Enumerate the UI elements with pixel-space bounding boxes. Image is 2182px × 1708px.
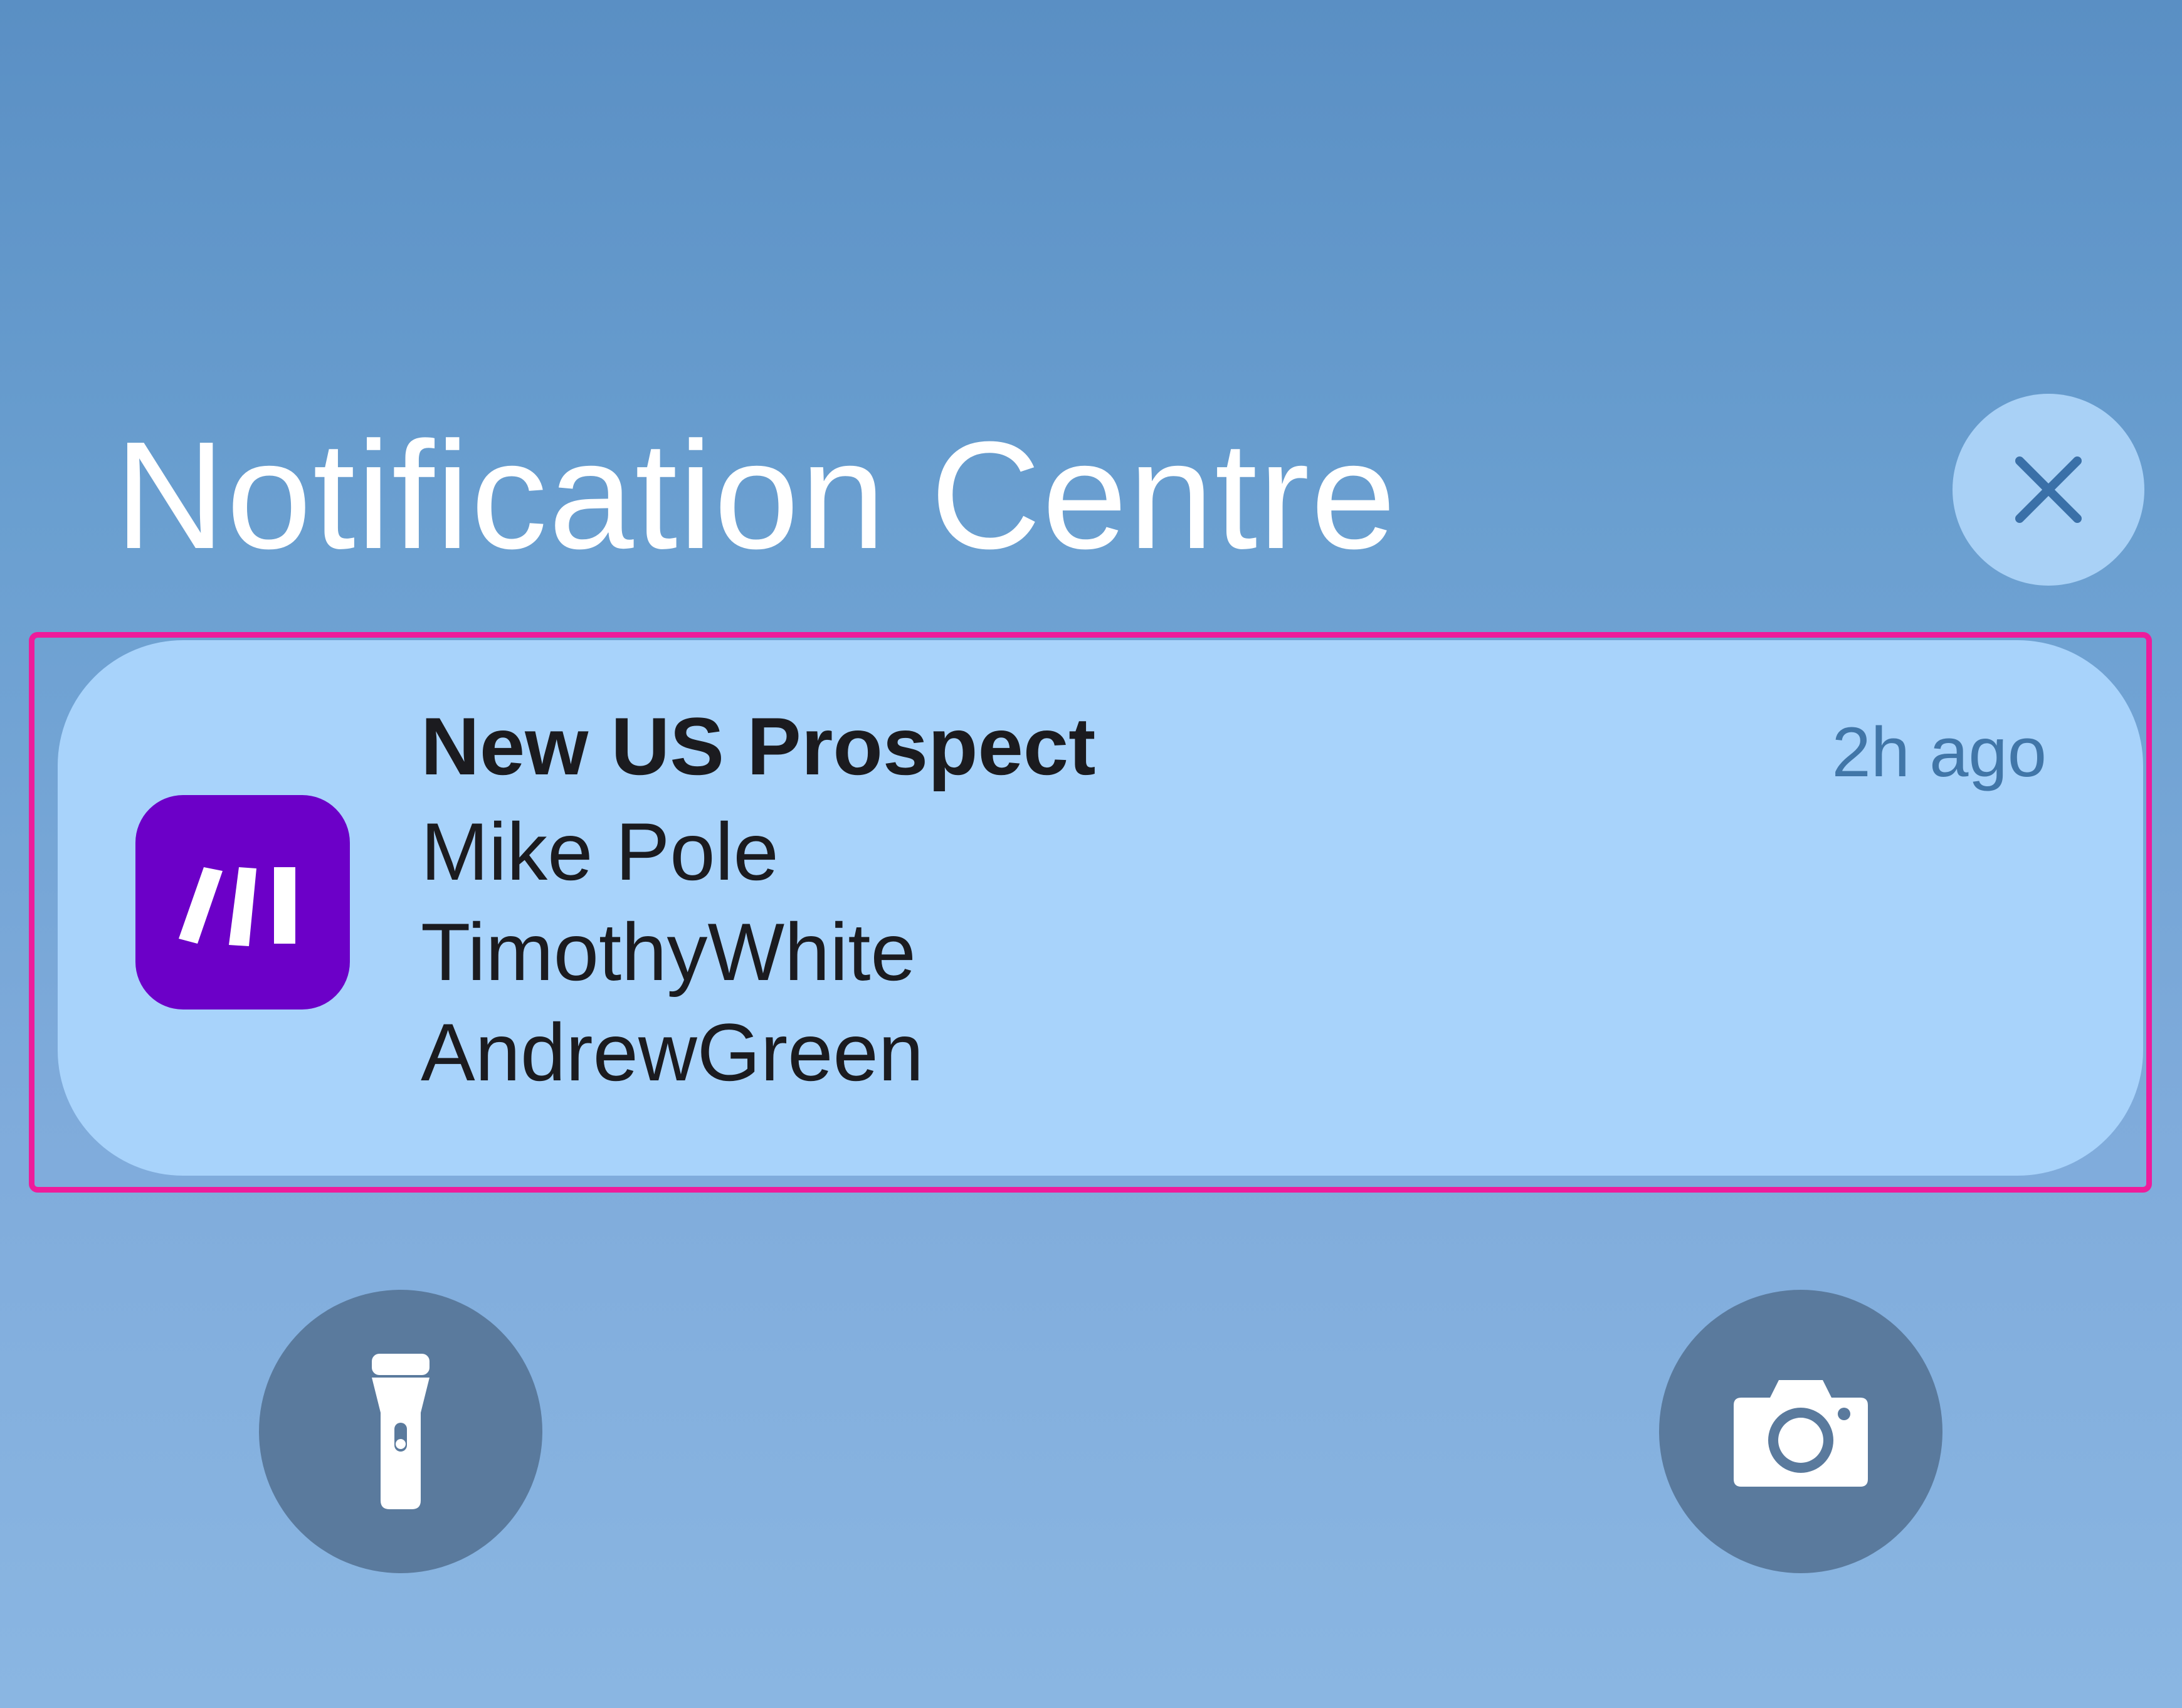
make-app-icon[interactable] <box>135 795 350 1010</box>
notification-line: TimothyWhite <box>421 906 916 998</box>
notification-time: 2h ago <box>1832 713 2047 791</box>
camera-icon <box>1734 1380 1868 1487</box>
close-button[interactable] <box>1953 394 2144 586</box>
page-title: Notification Centre <box>115 409 1398 581</box>
notification-title: New US Prospect <box>421 700 1096 792</box>
notification-line: Mike Pole <box>421 806 779 897</box>
notification-line: AndrewGreen <box>421 1006 924 1098</box>
camera-button[interactable] <box>1659 1290 1942 1573</box>
flashlight-icon <box>372 1354 430 1509</box>
make-logo-icon <box>179 867 295 946</box>
flashlight-button[interactable] <box>259 1290 542 1573</box>
close-icon <box>2015 456 2082 523</box>
